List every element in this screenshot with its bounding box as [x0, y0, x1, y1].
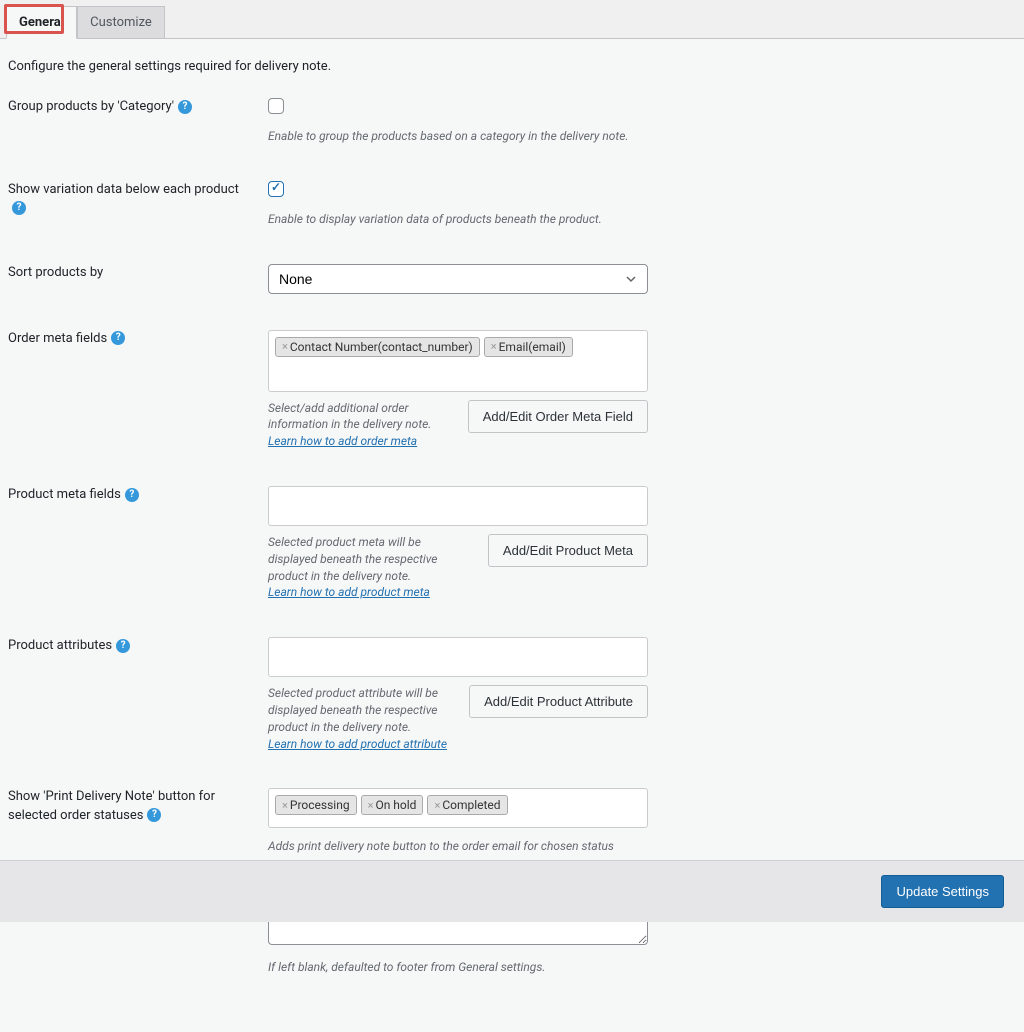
- help-icon[interactable]: ?: [147, 808, 161, 822]
- footer-bar: Update Settings: [0, 860, 1024, 922]
- intro-text: Configure the general settings required …: [8, 59, 1016, 74]
- help-icon[interactable]: ?: [116, 639, 130, 653]
- tag-item[interactable]: ×Contact Number(contact_number): [275, 337, 480, 357]
- close-icon[interactable]: ×: [368, 799, 374, 812]
- help-icon[interactable]: ?: [125, 488, 139, 502]
- label-product-attributes: Product attributes?: [8, 637, 268, 655]
- label-variation-data: Show variation data below each product?: [8, 181, 268, 217]
- tag-item[interactable]: ×Processing: [275, 795, 357, 815]
- tab-general[interactable]: General: [6, 6, 77, 39]
- desc-statuses: Adds print delivery note button to the o…: [268, 838, 768, 855]
- label-product-meta: Product meta fields?: [8, 486, 268, 504]
- desc-group-category: Enable to group the products based on a …: [268, 128, 768, 145]
- desc-custom-footer: If left blank, defaulted to footer from …: [268, 959, 768, 976]
- label-sort-products: Sort products by: [8, 264, 268, 282]
- desc-product-attributes: Selected product attribute will be displ…: [268, 685, 453, 752]
- label-order-meta: Order meta fields?: [8, 330, 268, 348]
- checkbox-variation-data[interactable]: [268, 181, 284, 197]
- help-icon[interactable]: ?: [178, 100, 192, 114]
- desc-variation-data: Enable to display variation data of prod…: [268, 211, 768, 228]
- tag-item[interactable]: ×Email(email): [484, 337, 573, 357]
- link-product-attributes[interactable]: Learn how to add product attribute: [268, 737, 447, 751]
- close-icon[interactable]: ×: [282, 340, 288, 353]
- select-sort-products[interactable]: None: [268, 264, 648, 294]
- close-icon[interactable]: ×: [282, 799, 288, 812]
- help-icon[interactable]: ?: [111, 331, 125, 345]
- tagbox-order-meta[interactable]: ×Contact Number(contact_number) ×Email(e…: [268, 330, 648, 392]
- tagbox-statuses[interactable]: ×Processing ×On hold ×Completed: [268, 788, 648, 828]
- link-order-meta[interactable]: Learn how to add order meta: [268, 434, 417, 448]
- tag-item[interactable]: ×On hold: [361, 795, 424, 815]
- close-icon[interactable]: ×: [491, 340, 497, 353]
- add-edit-product-attribute-button[interactable]: Add/Edit Product Attribute: [469, 685, 648, 718]
- tag-item[interactable]: ×Completed: [427, 795, 507, 815]
- tab-customize[interactable]: Customize: [77, 6, 165, 38]
- link-product-meta[interactable]: Learn how to add product meta: [268, 585, 430, 599]
- add-edit-product-meta-button[interactable]: Add/Edit Product Meta: [488, 534, 648, 567]
- add-edit-order-meta-button[interactable]: Add/Edit Order Meta Field: [468, 400, 648, 433]
- close-icon[interactable]: ×: [434, 799, 440, 812]
- tagbox-product-meta[interactable]: [268, 486, 648, 526]
- checkbox-group-category[interactable]: [268, 98, 284, 114]
- desc-product-meta: Selected product meta will be displayed …: [268, 534, 472, 601]
- desc-order-meta: Select/add additional order information …: [268, 400, 452, 450]
- label-print-statuses: Show 'Print Delivery Note' button for se…: [8, 788, 268, 824]
- help-icon[interactable]: ?: [12, 201, 26, 215]
- tagbox-product-attributes[interactable]: [268, 637, 648, 677]
- label-group-category: Group products by 'Category'?: [8, 98, 268, 116]
- tabs: General Customize: [0, 0, 1024, 39]
- update-settings-button[interactable]: Update Settings: [881, 875, 1004, 908]
